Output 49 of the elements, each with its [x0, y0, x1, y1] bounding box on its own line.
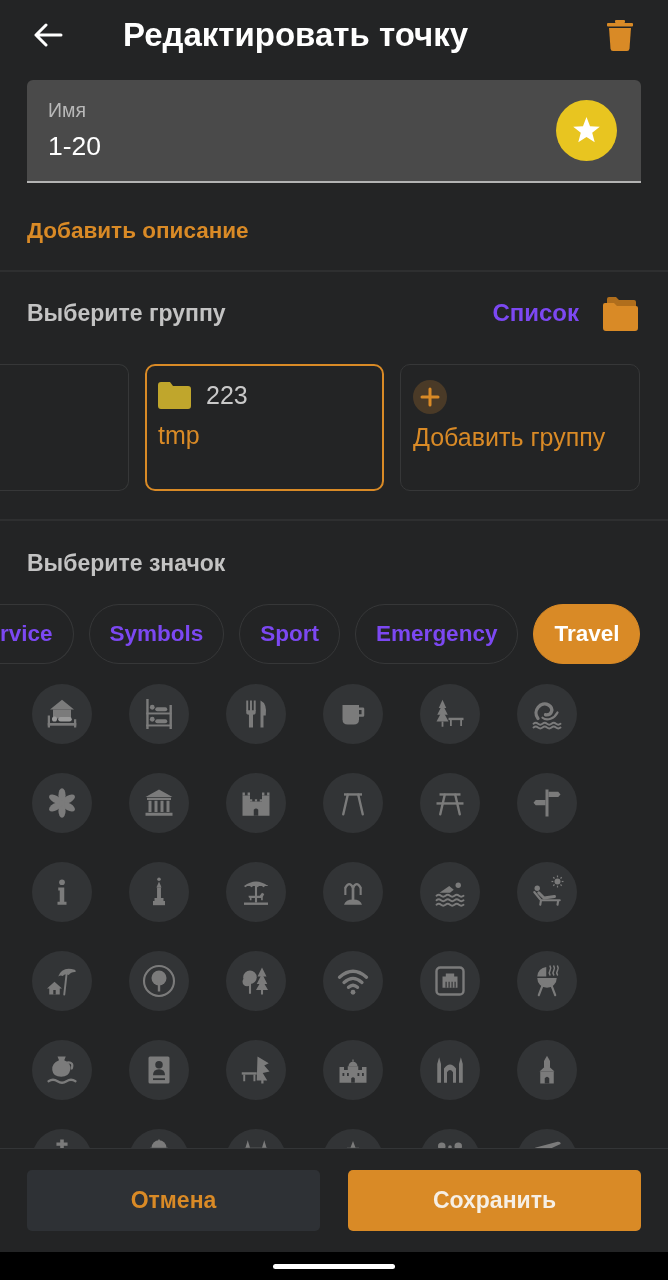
- sunbather-icon[interactable]: [517, 862, 577, 922]
- chapel-icon[interactable]: [517, 1040, 577, 1100]
- list-link[interactable]: Список: [492, 299, 579, 327]
- plus-icon: [413, 380, 447, 414]
- swimmer-icon[interactable]: [420, 862, 480, 922]
- frame-icon[interactable]: [323, 773, 383, 833]
- grill-icon[interactable]: [517, 951, 577, 1011]
- portrait-icon[interactable]: [129, 1040, 189, 1100]
- group-card[interactable]: 223 tmp: [145, 364, 384, 491]
- jug-icon[interactable]: [32, 1040, 92, 1100]
- field-value: 1-20: [48, 131, 102, 161]
- info-icon[interactable]: [32, 862, 92, 922]
- back-arrow-icon[interactable]: [33, 23, 63, 47]
- point-count: 223: [206, 381, 248, 409]
- category-chip[interactable]: Travel: [533, 604, 641, 664]
- trash-icon[interactable]: [607, 19, 633, 51]
- flower-icon[interactable]: [32, 773, 92, 833]
- folder-icon[interactable]: [603, 295, 638, 331]
- field-label: Имя: [48, 99, 86, 121]
- cancel-button[interactable]: Отмена: [27, 1170, 320, 1231]
- bench-tree-icon[interactable]: [226, 1040, 286, 1100]
- fountain-icon[interactable]: [323, 862, 383, 922]
- swirl-waves-icon[interactable]: [517, 684, 577, 744]
- section-title: Выберите значок: [27, 549, 227, 576]
- bunk-bed-icon[interactable]: [129, 684, 189, 744]
- save-button[interactable]: Сохранить: [348, 1170, 641, 1231]
- palace-icon[interactable]: [323, 1040, 383, 1100]
- signpost-icon[interactable]: [517, 773, 577, 833]
- name-field[interactable]: Имя 1-20: [27, 80, 641, 183]
- add-group-button[interactable]: Добавить группу: [400, 364, 640, 491]
- section-title: Выберите группу: [27, 300, 227, 326]
- castle-icon[interactable]: [226, 773, 286, 833]
- tree-circle-icon[interactable]: [129, 951, 189, 1011]
- network-port-icon[interactable]: [420, 951, 480, 1011]
- tree-bench-icon[interactable]: [420, 684, 480, 744]
- carousel-icon[interactable]: [226, 862, 286, 922]
- cup-icon[interactable]: [323, 684, 383, 744]
- spires-icon[interactable]: [420, 1040, 480, 1100]
- screen-title: Редактировать точку: [123, 16, 470, 54]
- house-umbrella-icon[interactable]: [32, 951, 92, 1011]
- picnic-table-icon[interactable]: [420, 773, 480, 833]
- statue-icon[interactable]: [129, 862, 189, 922]
- trees-icon[interactable]: [226, 951, 286, 1011]
- add-description-link[interactable]: Добавить описание: [27, 218, 249, 243]
- fork-knife-icon[interactable]: [226, 684, 286, 744]
- bed-house-icon[interactable]: [32, 684, 92, 744]
- wifi-icon[interactable]: [323, 951, 383, 1011]
- columns-building-icon[interactable]: [129, 773, 189, 833]
- group-name: tmp: [158, 421, 200, 449]
